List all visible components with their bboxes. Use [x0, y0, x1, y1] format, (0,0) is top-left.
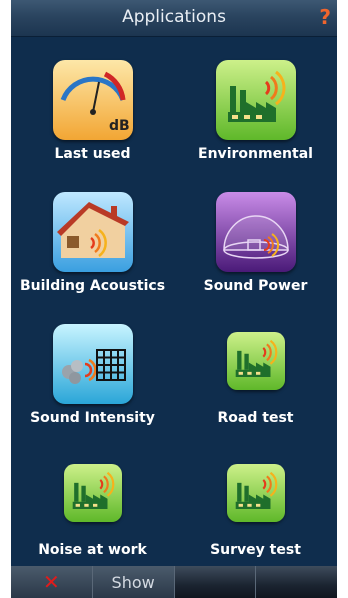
factory-sound-icon — [215, 60, 296, 140]
hemisphere-sound-icon — [215, 192, 296, 272]
intensity-grid-icon — [52, 324, 133, 404]
app-sound-power[interactable]: Sound Power — [174, 170, 337, 302]
app-label: Environmental — [198, 146, 313, 162]
close-icon: ✕ — [42, 570, 60, 594]
app-label: Survey test — [210, 542, 301, 558]
app-label: Building Acoustics — [19, 278, 166, 294]
app-label: Noise at work — [38, 542, 147, 558]
app-noise-at-work[interactable]: Noise at work — [11, 434, 174, 566]
app-environmental[interactable]: Environmental — [174, 38, 337, 170]
factory-sound-icon — [226, 464, 285, 522]
app-building-acoustics[interactable]: Building Acoustics — [11, 170, 174, 302]
softkey-4[interactable] — [256, 566, 337, 598]
factory-sound-icon — [226, 332, 285, 390]
sound-level-meter-icon: dB — [52, 60, 133, 140]
page-title: Applications — [122, 7, 226, 27]
app-grid: dB Last used Environmental Building Acou… — [11, 38, 337, 566]
cancel-button[interactable]: ✕ — [11, 566, 93, 598]
app-label: Sound Intensity — [30, 410, 155, 426]
app-label: Last used — [54, 146, 131, 162]
softkey-bar: ✕ Show — [11, 566, 337, 598]
app-survey-test[interactable]: Survey test — [174, 434, 337, 566]
house-sound-icon — [52, 192, 133, 272]
app-sound-intensity[interactable]: Sound Intensity — [11, 302, 174, 434]
help-icon[interactable]: ? — [319, 5, 331, 29]
meter-unit-label: dB — [109, 118, 130, 134]
softkey-3[interactable] — [175, 566, 257, 598]
app-road-test[interactable]: Road test — [174, 302, 337, 434]
title-bar: Applications ? — [11, 0, 337, 37]
factory-sound-icon — [63, 464, 122, 522]
app-label: Sound Power — [203, 278, 308, 294]
app-last-used[interactable]: dB Last used — [11, 38, 174, 170]
show-button[interactable]: Show — [92, 566, 175, 598]
application-screen: Applications ? dB Last used Environmenta… — [11, 0, 337, 598]
app-label: Road test — [217, 410, 294, 426]
